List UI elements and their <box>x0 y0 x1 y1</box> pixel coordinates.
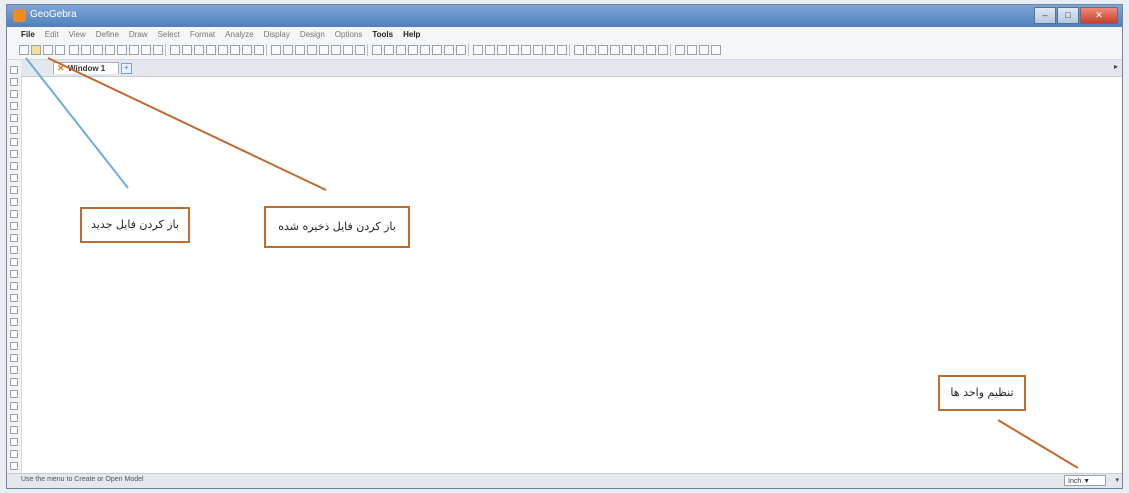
open-file-arrow <box>47 57 327 191</box>
callout-open-saved-file: باز کردن فایل ذخیره شده <box>264 206 410 248</box>
units-arrow <box>997 419 1079 469</box>
new-file-arrow <box>25 57 129 189</box>
annotation-arrows <box>25 57 1079 469</box>
callout-units: تنظیم واحد ها <box>938 375 1026 411</box>
callout-new-file: باز کردن فایل جدید <box>80 207 190 243</box>
